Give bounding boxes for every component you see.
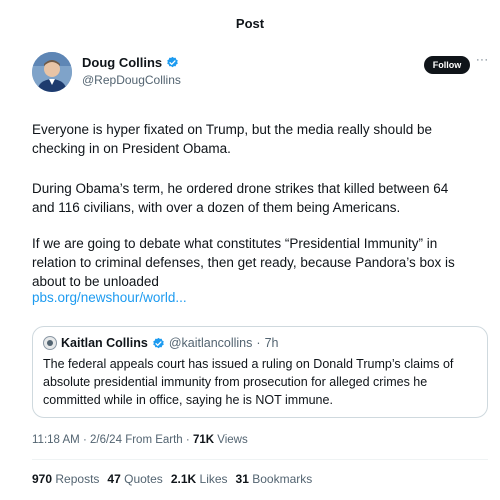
meta-separator: · <box>185 434 190 446</box>
likes-stat[interactable]: 2.1K Likes <box>171 472 228 486</box>
bookmarks-stat[interactable]: 31 Bookmarks <box>236 472 313 486</box>
page-title: Post <box>235 16 265 31</box>
post-paragraph: Everyone is hyper fixated on Trump, but … <box>32 122 432 156</box>
quotes-count: 47 <box>107 472 121 486</box>
post-paragraph: During Obama’s term, he ordered drone st… <box>32 181 449 215</box>
follow-button[interactable]: Follow <box>424 56 470 74</box>
post-date[interactable]: 2/6/24 <box>90 434 122 446</box>
views-count: 71K <box>192 434 215 446</box>
quote-separator: · <box>256 336 261 350</box>
quote-timestamp: 7h <box>264 336 279 350</box>
post-source: From Earth <box>125 434 183 446</box>
reposts-label: Reposts <box>55 472 100 486</box>
post-time[interactable]: 11:18 AM <box>32 434 80 446</box>
likes-count: 2.1K <box>170 472 197 486</box>
quotes-stat[interactable]: 47 Quotes <box>107 472 162 486</box>
divider <box>32 459 488 460</box>
post-paragraph: If we are going to debate what constitut… <box>32 236 455 289</box>
bookmarks-count: 31 <box>235 472 249 486</box>
quote-avatar <box>43 336 57 350</box>
more-horizontal-icon[interactable]: ··· <box>476 54 489 66</box>
views-label: Views <box>217 434 248 446</box>
quote-text: The federal appeals court has issued a r… <box>43 357 454 407</box>
quote-author-handle: @kaitlancollins <box>168 336 253 350</box>
bookmarks-label: Bookmarks <box>252 472 313 486</box>
post-meta: 11:18 AM · 2/6/24 From Earth · 71K Views <box>32 434 248 446</box>
quote-author-name: Kaitlan Collins <box>61 336 148 350</box>
author-handle[interactable]: @RepDougCollins <box>82 73 181 87</box>
verified-badge-icon <box>167 56 178 68</box>
reposts-stat[interactable]: 970 Reposts <box>32 472 99 486</box>
reposts-count: 970 <box>32 472 53 486</box>
engagement-stats: 970 Reposts 47 Quotes 2.1K Likes 31 Book… <box>32 472 312 486</box>
author-name[interactable]: Doug Collins <box>82 55 162 70</box>
meta-separator: · <box>82 434 87 446</box>
avatar-image <box>32 52 72 92</box>
quoted-post[interactable]: Kaitlan Collins @kaitlancollins · 7h The f… <box>32 326 488 418</box>
quotes-label: Quotes <box>124 472 163 486</box>
verified-badge-icon <box>153 337 164 348</box>
post-link[interactable]: pbs.org/newshour/world... <box>32 290 187 305</box>
likes-label: Likes <box>199 472 228 486</box>
avatar[interactable] <box>32 52 72 92</box>
